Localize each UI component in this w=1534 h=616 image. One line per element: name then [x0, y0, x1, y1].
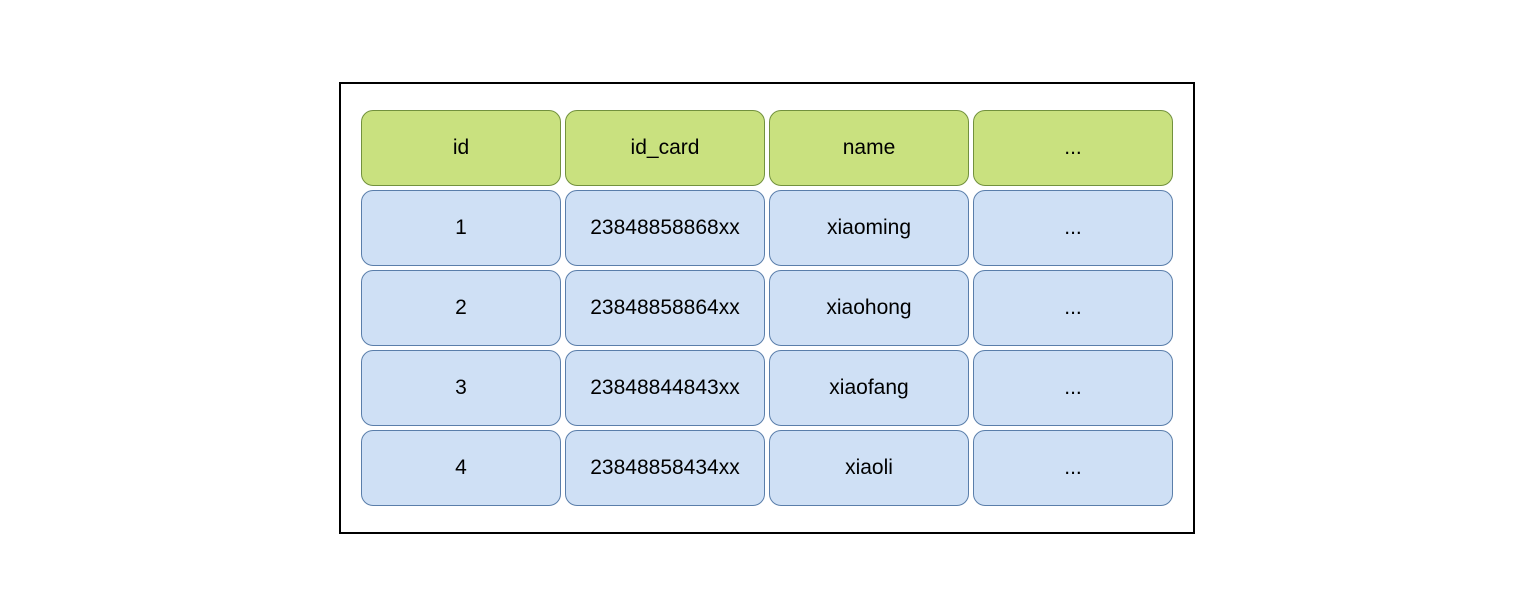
- cell-name: xiaofang: [769, 350, 969, 426]
- cell-id-card: 23848858868xx: [565, 190, 765, 266]
- schema-table: id id_card name ... 1 23848858868xx xiao…: [361, 110, 1173, 506]
- table-row: 1 23848858868xx xiaoming ...: [361, 190, 1173, 266]
- cell-id: 1: [361, 190, 561, 266]
- table-header-row: id id_card name ...: [361, 110, 1173, 186]
- cell-more: ...: [973, 270, 1173, 346]
- cell-id: 3: [361, 350, 561, 426]
- cell-id-card: 23848858864xx: [565, 270, 765, 346]
- table-row: 2 23848858864xx xiaohong ...: [361, 270, 1173, 346]
- cell-name: xiaoming: [769, 190, 969, 266]
- cell-id-card: 23848844843xx: [565, 350, 765, 426]
- column-header-name: name: [769, 110, 969, 186]
- table-container: id id_card name ... 1 23848858868xx xiao…: [339, 82, 1195, 534]
- cell-id: 4: [361, 430, 561, 506]
- cell-id: 2: [361, 270, 561, 346]
- cell-id-card: 23848858434xx: [565, 430, 765, 506]
- column-header-more: ...: [973, 110, 1173, 186]
- column-header-id: id: [361, 110, 561, 186]
- table-row: 4 23848858434xx xiaoli ...: [361, 430, 1173, 506]
- cell-more: ...: [973, 190, 1173, 266]
- cell-more: ...: [973, 430, 1173, 506]
- cell-name: xiaoli: [769, 430, 969, 506]
- cell-name: xiaohong: [769, 270, 969, 346]
- column-header-id-card: id_card: [565, 110, 765, 186]
- cell-more: ...: [973, 350, 1173, 426]
- table-row: 3 23848844843xx xiaofang ...: [361, 350, 1173, 426]
